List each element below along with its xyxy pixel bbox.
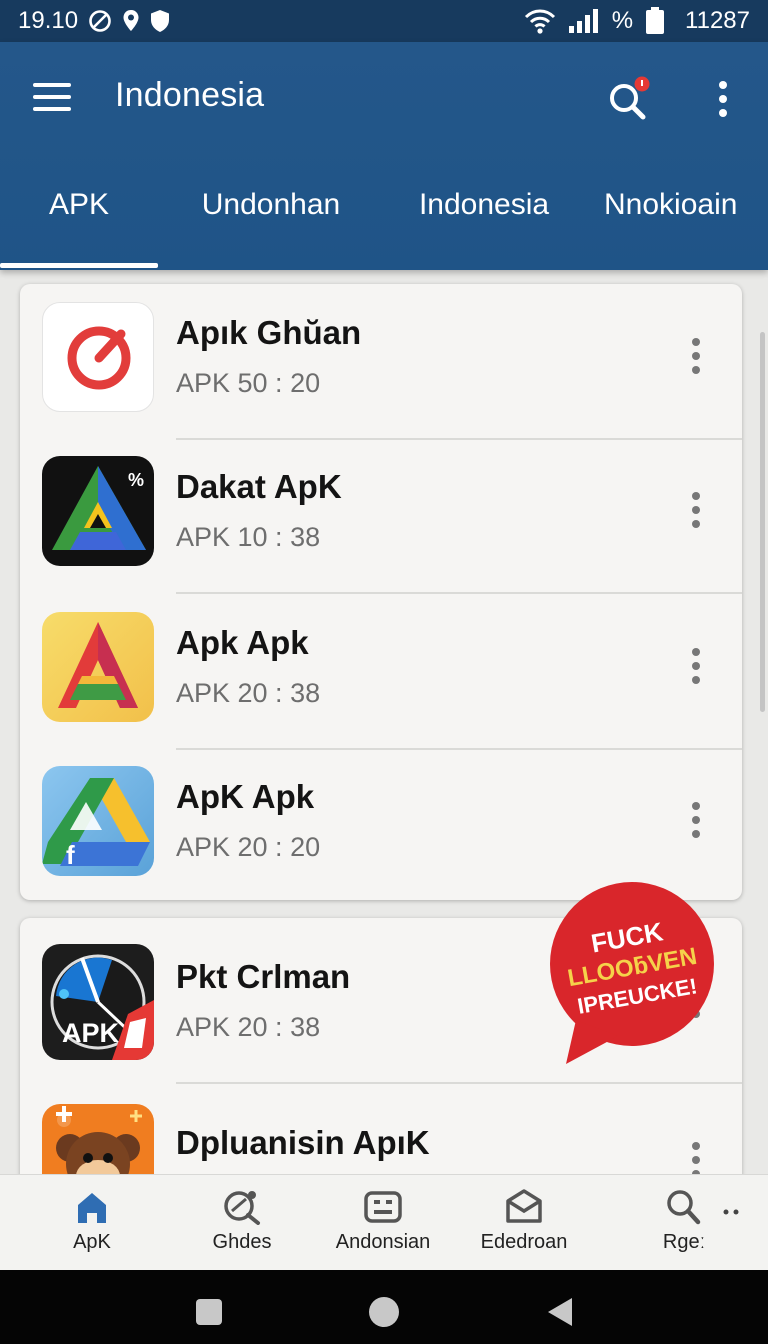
nav-label: Andonsian	[335, 1231, 431, 1253]
red-ring-icon	[42, 302, 154, 412]
app-name: Apık Ghŭan	[176, 314, 362, 351]
nav-item-andonsian[interactable]: Andonsian	[328, 1175, 438, 1271]
app-subtitle: APK 20 : 20	[176, 832, 321, 862]
more-vert-icon[interactable]	[684, 336, 708, 376]
status-time: 19.10	[18, 7, 79, 34]
list-item[interactable]: f ApK Apk APK 20 : 20	[20, 748, 742, 900]
nav-label: Ghdes	[212, 1231, 272, 1253]
recents-button[interactable]	[195, 1298, 223, 1331]
app-subtitle: APK 10 : 38	[176, 522, 321, 552]
app-subtitle: APK 20 : 38	[176, 1012, 321, 1042]
app-subtitle: APK 20 : 38	[176, 678, 321, 708]
home-icon	[78, 1193, 106, 1223]
grid-icon	[364, 1191, 402, 1223]
nav-label: Rgeː	[662, 1231, 706, 1253]
app-name: Apk Apk	[176, 624, 309, 661]
more-vert-icon[interactable]	[684, 646, 708, 686]
search-doc-icon	[224, 1191, 260, 1225]
more-horiz-icon[interactable]	[722, 1203, 742, 1221]
status-percent: %	[611, 7, 634, 34]
nav-item-ededroan[interactable]: Ededroan	[472, 1175, 576, 1271]
back-button[interactable]	[546, 1297, 574, 1332]
nav-item-rge[interactable]: Rgeː	[636, 1175, 732, 1271]
list-item[interactable]: Apık Ghŭan APK 50 : 20	[20, 284, 742, 440]
more-vert-icon[interactable]	[684, 800, 708, 840]
app-name: Dpluanisin ApıK	[176, 1124, 430, 1161]
nav-label: Ededroan	[480, 1231, 568, 1253]
tab-label: APK	[48, 188, 110, 221]
nav-item-ghdes[interactable]: Ghdes	[192, 1175, 292, 1271]
svg-text:f: f	[66, 840, 75, 870]
square-icon	[196, 1299, 222, 1325]
tab-undonhan[interactable]: Undonhan	[158, 180, 384, 270]
triangle-yellow-icon	[42, 612, 154, 722]
icon-badge: %	[127, 470, 144, 490]
home-button[interactable]	[368, 1296, 400, 1333]
system-navigation-bar	[0, 1270, 768, 1344]
status-bar: 19.10 % 11287	[0, 0, 768, 42]
nav-label: ApK	[73, 1231, 111, 1253]
tab-nnokioain[interactable]: Nnokioain	[584, 180, 768, 270]
tab-bar: APK Undonhan Indonesia Nnokioain	[0, 180, 768, 270]
tab-label: Indonesia	[418, 188, 550, 221]
mail-icon	[506, 1189, 542, 1223]
triangle-drive-icon: f	[42, 766, 154, 876]
icon-label: APK	[62, 1018, 120, 1048]
tab-indonesia[interactable]: Indonesia	[384, 180, 584, 270]
battery-icon	[645, 7, 665, 35]
promo-sticker[interactable]: FUCK LLOOƃVEN IPREUCKE!	[546, 880, 718, 1066]
tab-selected-indicator	[0, 263, 158, 268]
back-triangle-icon	[548, 1298, 572, 1326]
location-pin-icon	[122, 9, 140, 33]
app-name: Dakat ApK	[176, 468, 342, 505]
bottom-navigation: ApK Ghdes Andonsian Ededroan Rgeː	[0, 1174, 768, 1270]
more-vert-icon[interactable]	[712, 80, 734, 118]
page-title: Indonesia	[115, 76, 265, 114]
wifi-icon	[524, 8, 556, 34]
list-item[interactable]: % Dakat ApK APK 10 : 38	[20, 438, 742, 594]
shield-icon	[150, 9, 170, 33]
triangle-dark-icon: %	[42, 456, 154, 566]
scrollbar[interactable]	[760, 332, 765, 712]
tab-label: Undonhan	[201, 188, 341, 221]
app-name: ApK Apk	[176, 778, 315, 815]
search-icon[interactable]	[606, 76, 652, 122]
status-right-text: 11287	[685, 7, 750, 34]
search-icon	[667, 1190, 701, 1225]
gauge-apk-icon: APK	[42, 944, 154, 1060]
app-subtitle: APK 50 : 20	[176, 368, 321, 398]
blocked-circle-icon	[88, 9, 112, 33]
app-name: Pkt Crlman	[176, 958, 351, 995]
list-item[interactable]: Dpluanisin ApıK	[20, 1084, 742, 1188]
tab-apk[interactable]: APK	[0, 180, 158, 270]
signal-icon	[568, 8, 600, 34]
circle-icon	[369, 1297, 399, 1327]
nav-item-apk[interactable]: ApK	[42, 1175, 142, 1271]
app-list-card: Apık Ghŭan APK 50 : 20 % Dakat ApK APK 1…	[20, 284, 742, 900]
app-bar: Indonesia APK Undonhan Indonesia Nnokioa…	[0, 42, 768, 270]
more-vert-icon[interactable]	[684, 490, 708, 530]
tab-label: Nnokioain	[604, 188, 738, 221]
menu-icon[interactable]	[32, 80, 72, 114]
list-item[interactable]: Apk Apk APK 20 : 38	[20, 594, 742, 750]
